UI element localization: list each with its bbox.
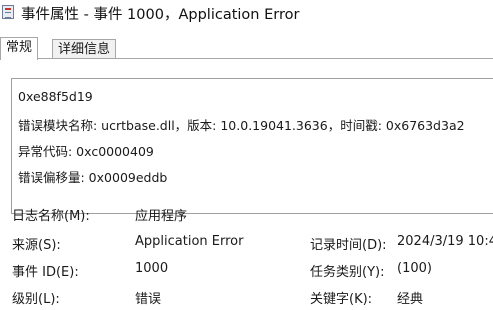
task-category-value[interactable]: (100) bbox=[397, 261, 432, 276]
event-id-label: 事件 ID(E): bbox=[12, 265, 79, 280]
task-category-label: 任务类别(Y): bbox=[310, 265, 385, 280]
log-name-row: 日志名称(M): 应用程序 bbox=[0, 205, 493, 227]
level-value[interactable]: 错误 bbox=[135, 288, 161, 307]
level-label: 级别(L): bbox=[12, 292, 60, 307]
title-bar: 事件属性 - 事件 1000，Application Error bbox=[0, 0, 493, 28]
keywords-label: 关键字(K): bbox=[310, 292, 373, 307]
description-line: 0xe88f5d19 bbox=[18, 89, 93, 104]
event-description-box[interactable]: 0xe88f5d19 错误模块名称: ucrtbase.dll，版本: 10.0… bbox=[11, 78, 493, 214]
tab-general[interactable]: 常规 bbox=[0, 37, 39, 60]
description-line: 错误偏移量: 0x0009eddb bbox=[18, 170, 168, 185]
general-tab-panel: 0xe88f5d19 错误模块名称: ucrtbase.dll，版本: 10.0… bbox=[0, 59, 493, 307]
event-id-value[interactable]: 1000 bbox=[135, 261, 168, 276]
source-label: 来源(S): bbox=[12, 238, 61, 253]
source-row: 来源(S): Application Error 记录时间(D): 2024/3… bbox=[0, 234, 493, 256]
event-viewer-icon bbox=[2, 5, 14, 19]
description-line: 异常代码: 0xc0000409 bbox=[18, 144, 154, 159]
logged-value[interactable]: 2024/3/19 10:4 bbox=[397, 234, 493, 249]
source-value[interactable]: Application Error bbox=[135, 234, 243, 249]
log-name-label: 日志名称(M): bbox=[12, 209, 90, 224]
tab-details[interactable]: 详细信息 bbox=[52, 39, 117, 59]
keywords-value[interactable]: 经典 bbox=[397, 288, 423, 307]
description-line: 错误模块名称: ucrtbase.dll，版本: 10.0.19041.3636… bbox=[18, 118, 465, 133]
log-name-value[interactable]: 应用程序 bbox=[135, 205, 187, 224]
window-title: 事件属性 - 事件 1000，Application Error bbox=[21, 7, 300, 23]
event-id-row: 事件 ID(E): 1000 任务类别(Y): (100) bbox=[0, 261, 493, 283]
logged-label: 记录时间(D): bbox=[310, 238, 387, 253]
tab-strip: 常规 详细信息 bbox=[0, 37, 493, 60]
